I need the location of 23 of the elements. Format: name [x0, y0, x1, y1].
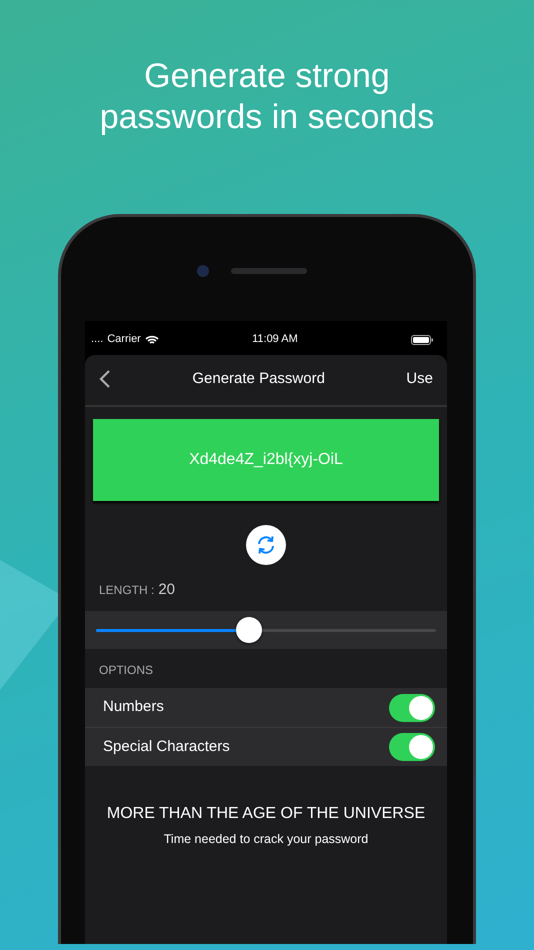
- toggle-switch[interactable]: [389, 694, 435, 722]
- camera-icon: [197, 264, 209, 277]
- refresh-icon: [255, 534, 277, 556]
- slider-thumb[interactable]: [236, 617, 262, 644]
- length-value: 20: [158, 580, 176, 600]
- wifi-icon: [144, 334, 159, 345]
- refresh-button[interactable]: [246, 524, 286, 565]
- use-button[interactable]: Use: [406, 368, 433, 391]
- strength-subtitle: Time needed to crack your password: [162, 831, 370, 848]
- battery-icon: [411, 334, 433, 345]
- password-display: Xd4de4Z_i2bl{xyj-OiL: [93, 418, 439, 501]
- length-label: LENGTH :: [99, 582, 154, 599]
- option-label: Special Characters: [103, 736, 230, 757]
- toggle-switch[interactable]: [389, 733, 435, 762]
- section-header: OPTIONS: [98, 662, 154, 680]
- screen-title: Generate Password: [192, 369, 325, 390]
- option-label: Numbers: [103, 697, 164, 718]
- headline: Generate strong passwords in seconds: [98, 56, 436, 138]
- signal-dots: ....: [91, 332, 104, 348]
- carrier-name: Carrier: [107, 332, 141, 348]
- length-slider[interactable]: [96, 617, 436, 644]
- status-time: 11:09 AM: [252, 332, 299, 348]
- strength-title: MORE THAN THE AGE OF THE UNIVERSE: [106, 804, 426, 824]
